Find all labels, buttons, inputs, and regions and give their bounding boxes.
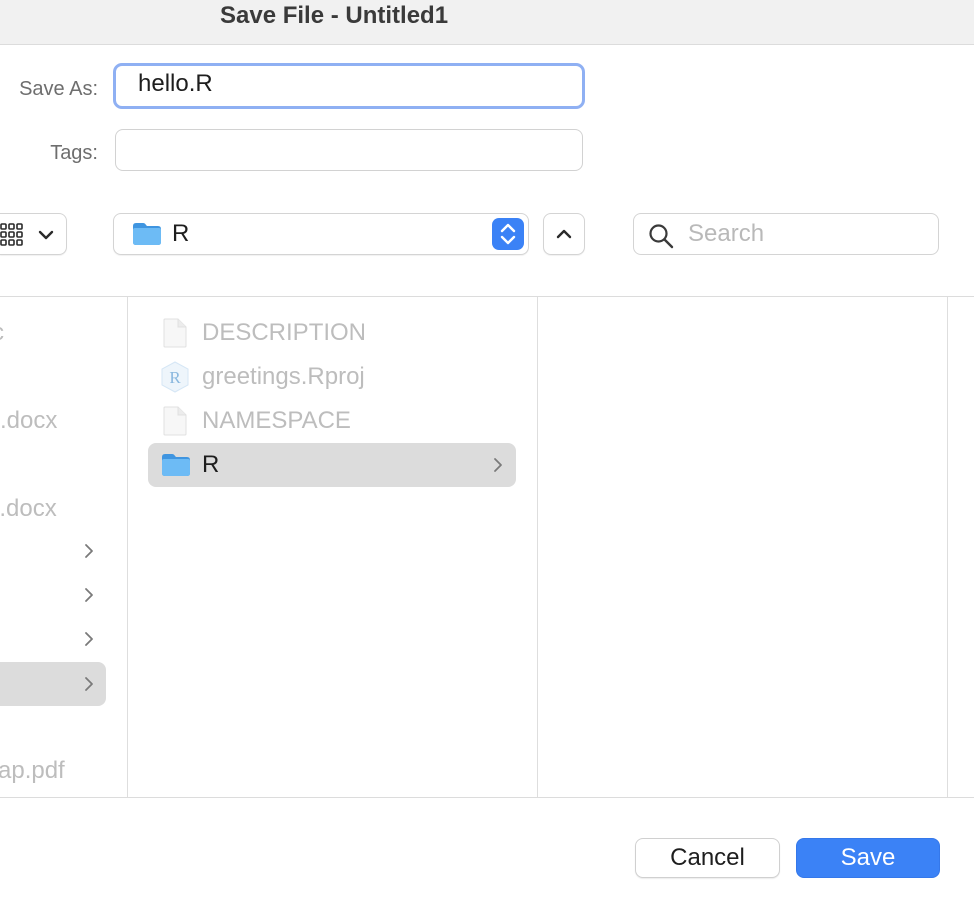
list-item-selected[interactable] [0,662,106,706]
list-item[interactable]: .docx [0,399,128,443]
document-icon [163,318,187,348]
chevron-right-icon [85,677,93,691]
save-button[interactable]: Save [796,838,940,878]
chevron-right-icon [494,458,502,472]
list-item[interactable]: DESCRIPTION [148,311,516,355]
location-name: R [172,220,190,247]
list-item-selected[interactable]: R [148,443,516,487]
chevron-down-icon [38,230,54,240]
location-stepper[interactable] [492,218,524,250]
browser-column-current: DESCRIPTION R greetings.Rproj NAMESPACE [128,297,538,797]
location-popup[interactable]: R [113,213,529,255]
save-as-input[interactable]: hello.R [113,63,585,109]
save-file-dialog: Save File - Untitled1 Save As: hello.R T… [0,0,974,914]
list-item[interactable]: NAMESPACE [148,399,516,443]
search-icon [649,224,674,249]
folder-icon [162,454,190,476]
view-mode-button[interactable] [0,213,67,255]
search-field[interactable] [633,213,939,255]
svg-text:R: R [169,368,181,387]
list-item[interactable] [0,617,106,661]
document-icon [163,406,187,436]
list-item[interactable] [0,573,106,617]
save-as-label: Save As: [19,78,98,100]
chevron-up-icon [556,229,572,239]
rproj-icon: R [161,361,189,393]
list-item[interactable]: c [0,311,128,355]
title-bar[interactable]: Save File - Untitled1 [0,0,974,45]
list-item[interactable]: ap.pdf [0,749,128,793]
cancel-button[interactable]: Cancel [635,838,780,878]
tags-input[interactable] [115,129,583,171]
browser-column-parent: c .docx L.docx [0,297,128,797]
column-view-icon [0,223,23,246]
chevron-right-icon [85,544,93,558]
save-as-value: hello.R [138,70,213,97]
window-title: Save File - Untitled1 [220,2,449,29]
list-item[interactable] [0,529,106,573]
chevron-right-icon [85,588,93,602]
search-input[interactable] [688,218,928,250]
browser-column-empty [538,297,948,797]
column-browser: c .docx L.docx [0,296,974,798]
chevron-right-icon [85,632,93,646]
list-item[interactable]: R greetings.Rproj [148,355,516,399]
folder-icon [133,223,161,245]
tags-label: Tags: [50,142,98,164]
enclosing-folder-button[interactable] [543,213,585,255]
list-item[interactable]: L.docx [0,487,128,531]
up-down-chevron-icon [500,223,516,245]
